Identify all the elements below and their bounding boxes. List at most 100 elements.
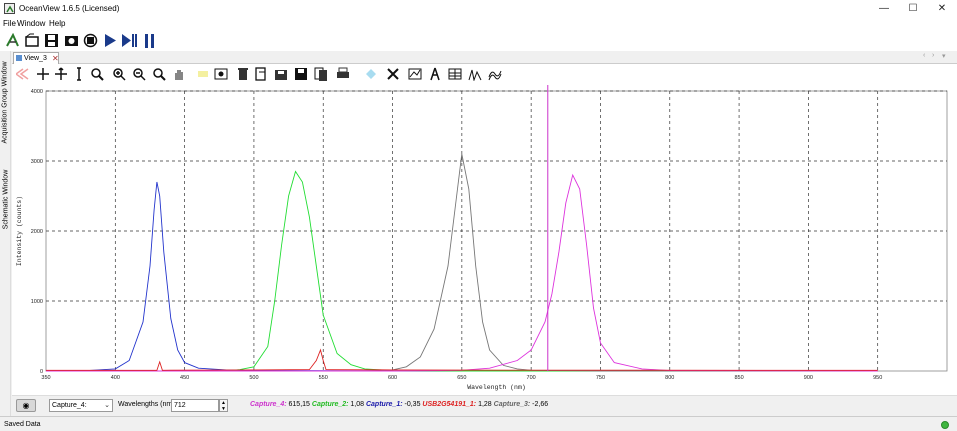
x-tick-label: 750 <box>596 375 605 381</box>
save-graph-icon[interactable] <box>274 67 288 81</box>
copy-icon[interactable] <box>314 67 328 81</box>
connection-status-icon <box>941 421 949 429</box>
side-panel: Acquisition Group Window Schematic Windo… <box>0 51 11 416</box>
readout-series-name: USB2G54191_1: <box>422 401 477 408</box>
status-text: Saved Data <box>4 421 41 428</box>
x-tick-label: 450 <box>180 375 189 381</box>
view-area: View_3 ✕ ‹ › ▾ 350 400 450 500 550 600 650 700 7… <box>12 51 957 416</box>
tab-view-3[interactable]: View_3 ✕ <box>13 52 59 64</box>
tab-close-icon[interactable]: ✕ <box>52 53 59 64</box>
highlight-icon[interactable] <box>196 67 210 81</box>
wizard-icon[interactable] <box>4 32 21 49</box>
acquisition-tab-label: Acquisition Group Window <box>2 60 9 144</box>
minimize-button[interactable]: — <box>870 0 898 17</box>
delete-icon[interactable] <box>236 67 250 81</box>
open-icon[interactable] <box>24 32 41 49</box>
readout-value: 1,08 <box>348 401 366 408</box>
spin-down-icon[interactable]: ▼ <box>220 406 227 412</box>
waves-icon[interactable] <box>488 67 502 81</box>
step-icon[interactable] <box>121 32 138 49</box>
readout-series-name: Capture_1: <box>365 401 403 408</box>
schematic-tab-label: Schematic Window <box>2 169 9 229</box>
peak-icon[interactable] <box>428 67 442 81</box>
readout-series-name: Capture_2: <box>311 401 349 408</box>
export-icon[interactable] <box>254 67 268 81</box>
y-tick-label: 1000 <box>31 299 43 305</box>
close-button[interactable]: ✕ <box>928 0 956 17</box>
zoom-out-icon[interactable] <box>132 67 146 81</box>
print-icon[interactable] <box>336 67 350 81</box>
menu-window[interactable]: Window <box>17 19 45 28</box>
x-tick-label: 500 <box>249 375 258 381</box>
y-tick-label: 4000 <box>31 89 43 95</box>
spectrum-chart[interactable]: 350 400 450 500 550 600 650 700 750 800 850 900 950 0… <box>12 83 957 395</box>
cursor-readouts: Capture_4: 615,15 Capture_2: 1,08 Captur… <box>250 401 548 408</box>
readout-value: 1,28 <box>476 401 494 408</box>
wavelength-input[interactable]: 712 <box>171 399 219 412</box>
cursor-readout-bar: ◉ Capture_4: ⌄ Wavelengths (nm) 712 ▲ ▼ … <box>12 395 957 416</box>
x-tick-label: 400 <box>111 375 120 381</box>
acquisition-group-window-tab[interactable]: Acquisition Group Window <box>0 53 11 151</box>
close-icon: ✕ <box>937 3 947 14</box>
x-tick-label: 800 <box>665 375 674 381</box>
tab-scroll-right-icon[interactable]: › <box>932 52 934 59</box>
pause-icon[interactable] <box>141 32 158 49</box>
x-tick-label: 600 <box>388 375 397 381</box>
schematic-window-tab[interactable]: Schematic Window <box>0 159 11 239</box>
cursor-icon[interactable] <box>72 67 86 81</box>
x-tick-label: 900 <box>804 375 813 381</box>
y-tick-label: 3000 <box>31 159 43 165</box>
x-tick-label: 700 <box>527 375 536 381</box>
x-tick-label: 950 <box>873 375 882 381</box>
main-toolbar <box>0 30 957 51</box>
visibility-toggle-button[interactable]: ◉ <box>16 399 36 412</box>
overlay-icon[interactable] <box>364 67 378 81</box>
pan-icon[interactable] <box>172 67 186 81</box>
device-icon[interactable] <box>82 32 99 49</box>
spectrum-icon[interactable] <box>468 67 482 81</box>
table-icon[interactable] <box>448 67 462 81</box>
zoom-fit-icon[interactable] <box>90 67 104 81</box>
series-select[interactable]: Capture_4: ⌄ <box>49 399 113 412</box>
tab-menu-icon[interactable]: ▾ <box>942 52 946 60</box>
zoom-icon[interactable] <box>152 67 166 81</box>
menu-bar: File Window Help <box>0 17 957 30</box>
tools-icon[interactable] <box>386 67 400 81</box>
save-icon[interactable] <box>43 32 60 49</box>
window-title: OceanView 1.6.5 (Licensed) <box>19 4 120 13</box>
menu-help[interactable]: Help <box>49 19 65 28</box>
save-icon[interactable] <box>294 67 308 81</box>
view-tab-label: View_3 <box>24 55 47 62</box>
y-tick-label: 0 <box>40 369 43 375</box>
y-axis-label: Intensity (counts) <box>16 196 23 266</box>
play-icon[interactable] <box>102 32 119 49</box>
maximize-icon: ☐ <box>908 3 918 14</box>
wavelength-label: Wavelengths (nm) <box>118 401 175 408</box>
maximize-button[interactable]: ☐ <box>899 0 927 17</box>
graph-icon[interactable] <box>408 67 422 81</box>
move-icon[interactable] <box>54 67 68 81</box>
wavelength-stepper[interactable]: ▲ ▼ <box>219 399 228 412</box>
title-bar: OceanView 1.6.5 (Licensed) — ☐ ✕ <box>0 0 957 17</box>
plot-toolbar <box>12 65 957 83</box>
readout-series-name: Capture_3: <box>493 401 531 408</box>
snapshot-icon[interactable] <box>63 32 80 49</box>
y-tick-label: 2000 <box>31 229 43 235</box>
minimize-icon: — <box>879 3 889 14</box>
workspace: Acquisition Group Window Schematic Windo… <box>0 51 957 416</box>
x-tick-label: 350 <box>41 375 50 381</box>
crosshair-icon[interactable] <box>36 67 50 81</box>
app-logo-icon <box>4 3 15 14</box>
chevron-down-icon: ⌄ <box>104 402 110 409</box>
zoom-in-icon[interactable] <box>112 67 126 81</box>
tab-scroll-left-icon[interactable]: ‹ <box>923 52 925 59</box>
x-tick-label: 550 <box>319 375 328 381</box>
menu-file[interactable]: File <box>3 19 16 28</box>
eye-icon: ◉ <box>22 401 30 410</box>
readout-value: -2,66 <box>530 401 549 408</box>
undo-zoom-icon[interactable] <box>16 67 30 81</box>
status-bar: Saved Data <box>0 416 957 431</box>
view-tab-strip: View_3 ✕ ‹ › ▾ <box>12 51 957 64</box>
camera-icon[interactable] <box>214 67 228 81</box>
x-axis-label: Wavelength (nm) <box>467 384 526 391</box>
